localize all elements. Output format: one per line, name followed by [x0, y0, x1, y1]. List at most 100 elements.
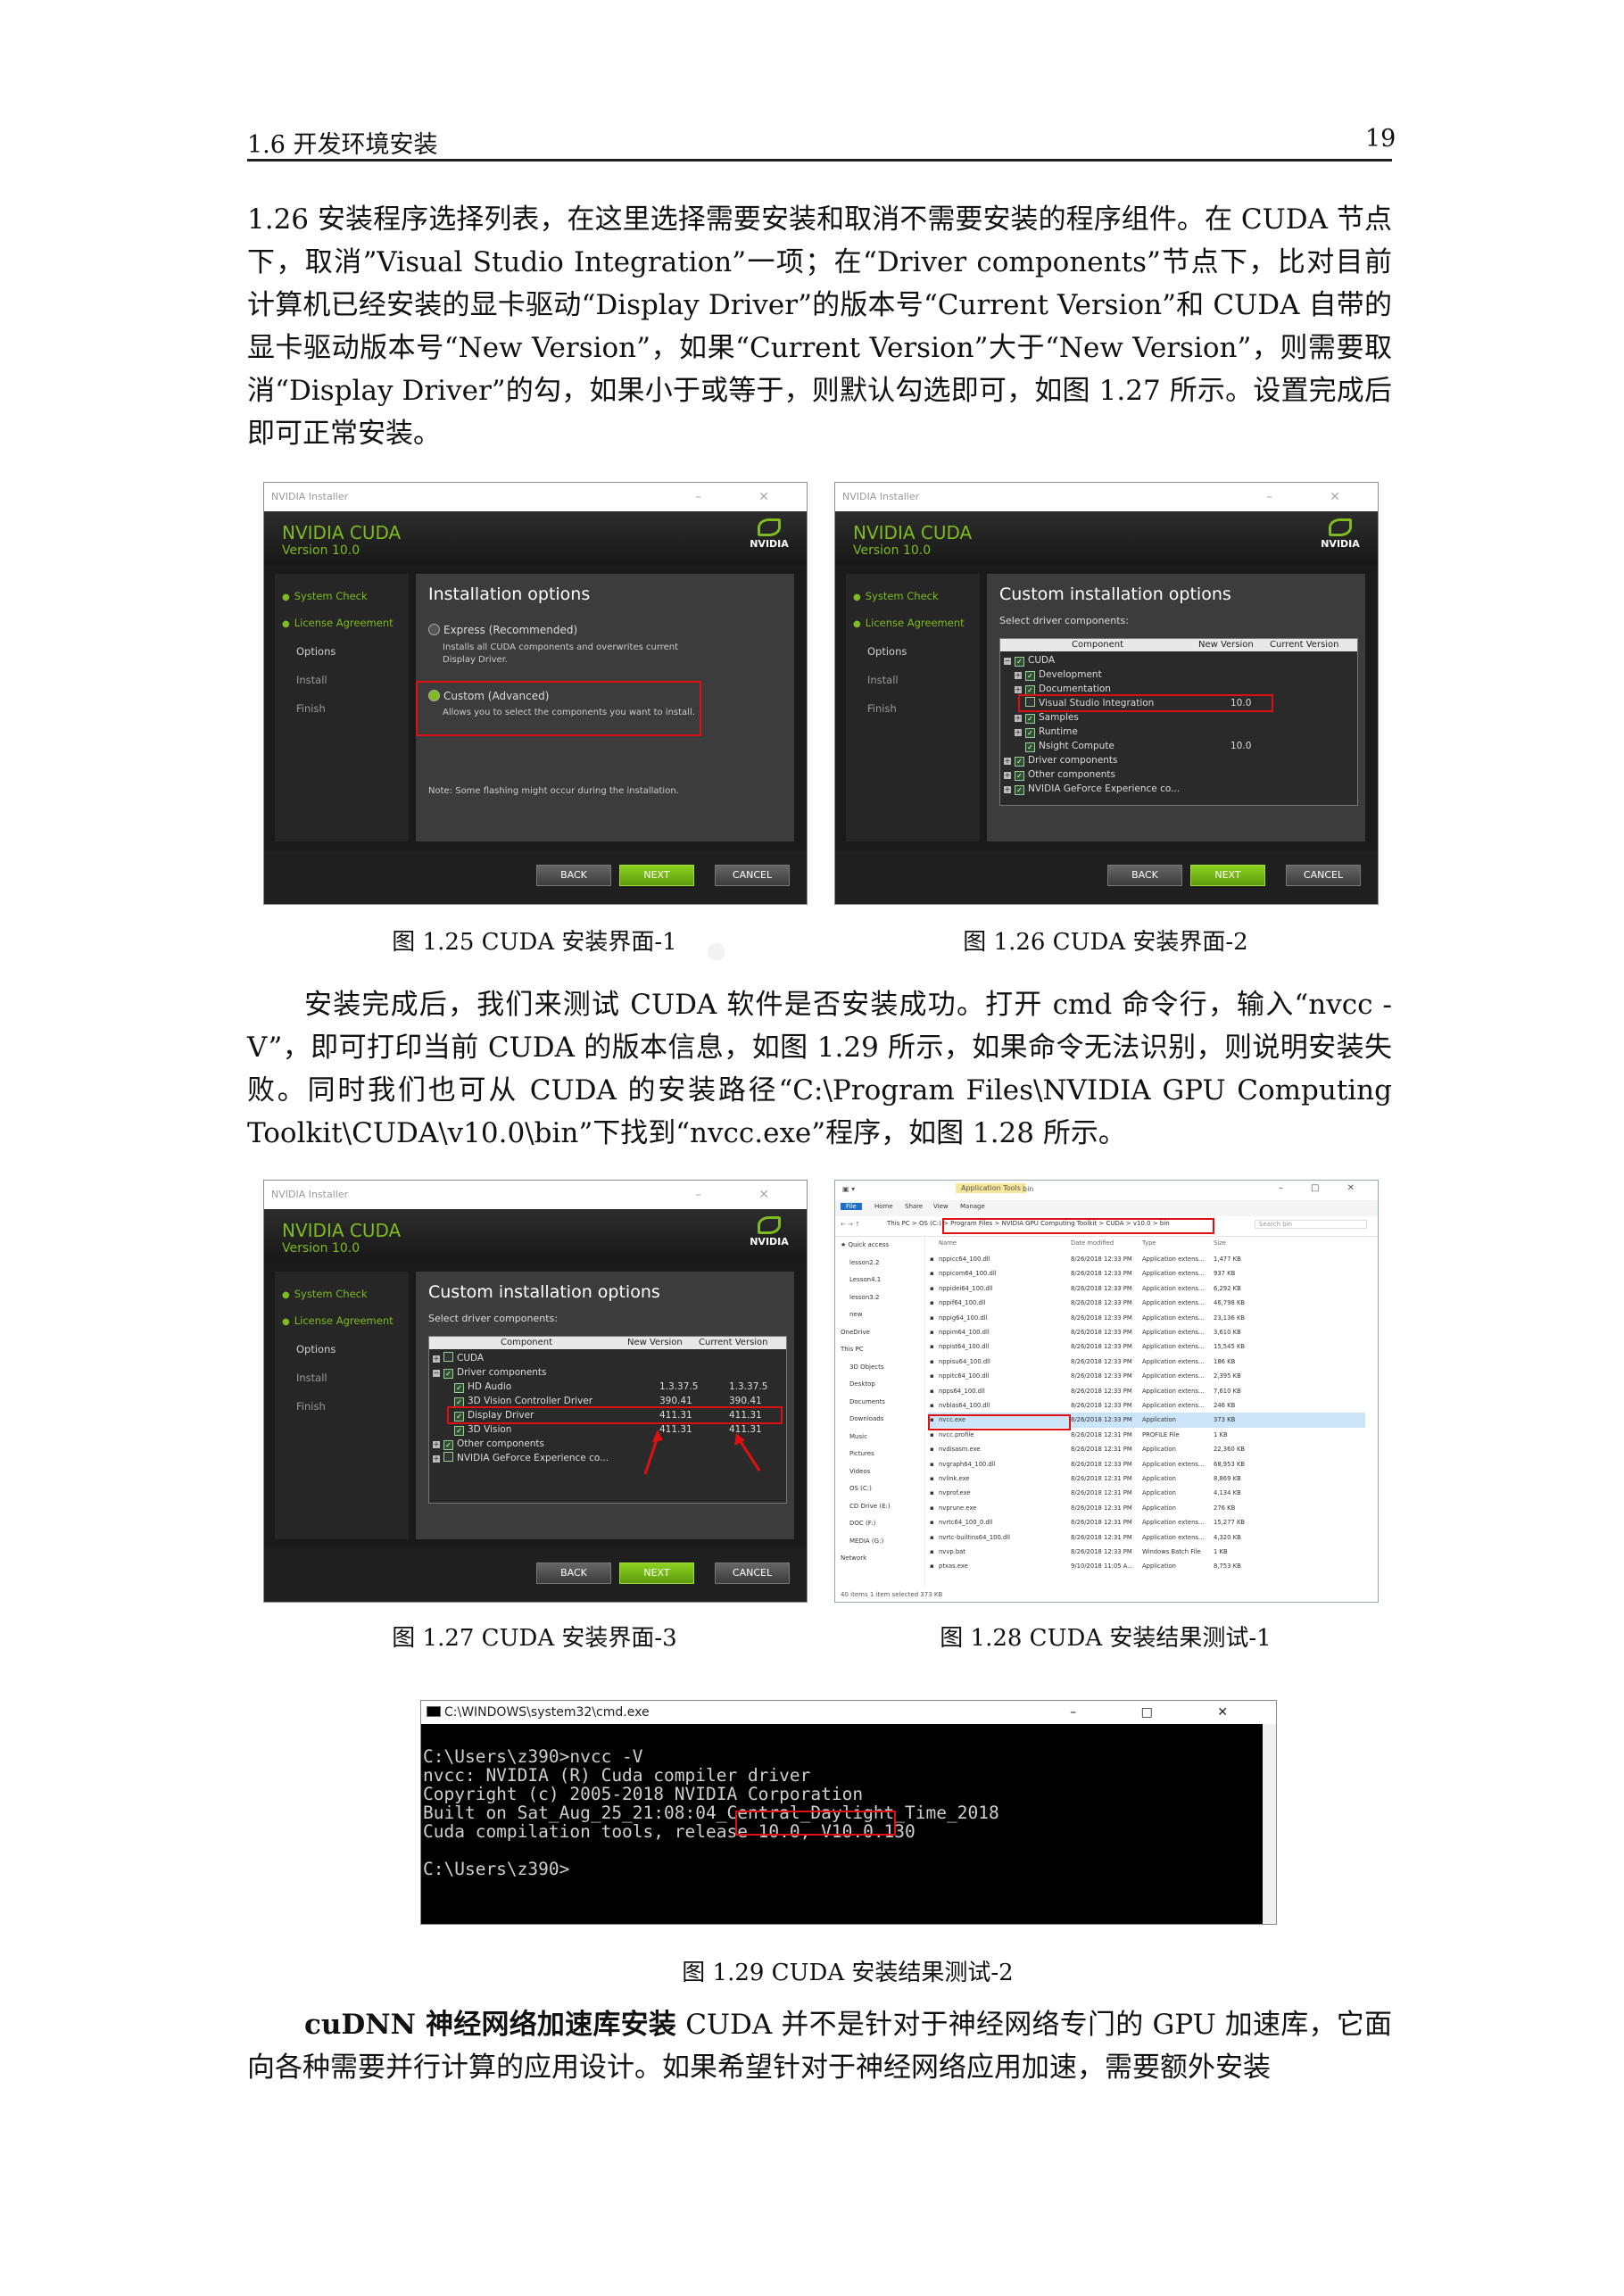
nav-item[interactable]: Videos: [849, 1468, 870, 1475]
tree-row[interactable]: + ✓ NVIDIA GeForce Experience co...: [1000, 782, 1357, 796]
next-button[interactable]: NEXT: [1190, 865, 1265, 886]
step-finish: Finish: [296, 702, 326, 715]
nav-item[interactable]: Documents: [849, 1398, 885, 1405]
tab-share[interactable]: Share: [905, 1203, 923, 1210]
application-tools-tab[interactable]: Application Tools: [956, 1183, 1026, 1193]
file-row[interactable]: nvblas64_100.dll 8/26/2018 12:33 PM Applic…: [928, 1398, 1365, 1413]
console-output[interactable]: C:\Users\z390>nvcc -V nvcc: NVIDIA (R) C…: [423, 1747, 999, 1878]
tree-row[interactable]: + CUDA: [429, 1351, 786, 1365]
window-controls[interactable]: – ✕: [695, 1181, 796, 1209]
tab-view[interactable]: View: [933, 1203, 949, 1210]
back-button[interactable]: BACK: [536, 865, 611, 886]
tree-row[interactable]: + ✓ Development: [1000, 667, 1357, 682]
nav-item[interactable]: OneDrive: [841, 1329, 870, 1336]
window-controls[interactable]: – □ ✕: [1279, 1183, 1367, 1193]
tree-row[interactable]: ✓ Nsight Compute 10.0: [1000, 739, 1357, 753]
tree-row[interactable]: + ✓ Other components: [1000, 767, 1357, 782]
file-row[interactable]: npps64_100.dll 8/26/2018 12:33 PM Applicat…: [928, 1384, 1365, 1398]
file-icon: ▪: [930, 1548, 934, 1555]
file-row[interactable]: nvdisasm.exe 8/26/2018 12:31 PM Applicatio…: [928, 1442, 1365, 1456]
window-controls[interactable]: – ✕: [695, 483, 796, 511]
back-button[interactable]: BACK: [536, 1562, 611, 1584]
file-row[interactable]: nvrtc-builtins64_100.dll 8/26/2018 12:31 …: [928, 1530, 1365, 1545]
nav-item[interactable]: Desktop: [849, 1380, 875, 1388]
nav-item[interactable]: This PC: [841, 1346, 864, 1353]
cancel-button[interactable]: CANCEL: [1286, 865, 1361, 886]
nav-item[interactable]: CD Drive (E:): [849, 1503, 891, 1510]
next-button[interactable]: NEXT: [619, 1562, 694, 1584]
nav-item[interactable]: lesson2.2: [849, 1259, 879, 1266]
flashing-note: Note: Some flashing might occur during t…: [428, 786, 679, 796]
nav-item[interactable]: 3D Objects: [849, 1364, 884, 1371]
file-icon: ▪: [930, 1519, 934, 1527]
file-row[interactable]: nvgraph64_100.dll 8/26/2018 12:33 PM Appli…: [928, 1457, 1365, 1471]
search-input[interactable]: Search bin: [1255, 1220, 1367, 1229]
highlight-nvcc-box: [928, 1414, 1071, 1430]
file-row[interactable]: nppidei64_100.dll 8/26/2018 12:33 PM Appli…: [928, 1281, 1365, 1296]
tab-file[interactable]: File: [841, 1203, 862, 1210]
nav-item[interactable]: Music: [849, 1433, 867, 1440]
file-row[interactable]: nvlink.exe 8/26/2018 12:31 PM Application 8…: [928, 1471, 1365, 1486]
file-row[interactable]: nppitc64_100.dll 8/26/2018 12:33 PM Applic…: [928, 1369, 1365, 1383]
steps-sidebar: System Check License Agreement Options I…: [846, 574, 980, 841]
step-license: License Agreement: [853, 617, 965, 629]
highlight-path-box: [942, 1218, 1214, 1234]
file-row[interactable]: ptxas.exe 9/10/2018 11:05 A... Application…: [928, 1559, 1365, 1573]
nav-item[interactable]: Lesson4.1: [849, 1276, 881, 1283]
cancel-button[interactable]: CANCEL: [715, 865, 790, 886]
back-button[interactable]: BACK: [1107, 865, 1182, 886]
file-row[interactable]: nppicc64_100.dll 8/26/2018 12:33 PM Applic…: [928, 1252, 1365, 1266]
nav-item[interactable]: ★ Quick access: [841, 1241, 889, 1248]
window-controls[interactable]: – ✕: [1266, 483, 1367, 511]
window-controls[interactable]: – □ ✕: [1070, 1701, 1258, 1724]
tree-row[interactable]: + ✓ Runtime: [1000, 725, 1357, 739]
nav-item[interactable]: MEDIA (G:): [849, 1538, 883, 1545]
file-icon: ▪: [930, 1329, 934, 1336]
nav-item[interactable]: new: [849, 1311, 862, 1318]
nav-item[interactable]: OS (C:): [849, 1485, 872, 1492]
file-row[interactable]: nvrtc64_100_0.dll 8/26/2018 12:31 PM Appli…: [928, 1515, 1365, 1529]
file-row[interactable]: nppif64_100.dll 8/26/2018 12:33 PM Applica…: [928, 1296, 1365, 1310]
file-icon: ▪: [930, 1270, 934, 1278]
file-row[interactable]: nvprof.exe 8/26/2018 12:31 PM Application 4…: [928, 1486, 1365, 1500]
product-version: Version 10.0: [282, 1241, 360, 1256]
quick-access-toolbar-icon[interactable]: ▣ ▾: [842, 1185, 855, 1193]
file-row[interactable]: nppim64_100.dll 8/26/2018 12:33 PM Applica…: [928, 1325, 1365, 1339]
tab-manage[interactable]: Manage: [960, 1203, 985, 1210]
nav-arrows-icon[interactable]: ← → ↑: [841, 1221, 860, 1228]
tree-row[interactable]: ✓ HD Audio 1.3.37.5 1.3.37.5: [429, 1380, 786, 1394]
file-row[interactable]: nppig64_100.dll 8/26/2018 12:33 PM Applica…: [928, 1311, 1365, 1325]
nav-item[interactable]: Pictures: [849, 1450, 874, 1457]
tree-row[interactable]: + ✓ Driver components: [1000, 753, 1357, 767]
nav-item[interactable]: Network: [841, 1554, 866, 1562]
custom-options-panel: Custom installation options Select drive…: [416, 1272, 794, 1539]
step-options: Options: [296, 1343, 336, 1355]
express-option[interactable]: Express (Recommended): [428, 624, 577, 636]
nav-item[interactable]: DOC (F:): [849, 1520, 875, 1527]
file-icon: ▪: [930, 1402, 934, 1409]
file-row[interactable]: nppisu64_100.dll 8/26/2018 12:33 PM Applic…: [928, 1355, 1365, 1369]
tab-home[interactable]: Home: [874, 1203, 893, 1210]
nav-item[interactable]: Downloads: [849, 1415, 883, 1422]
tree-row[interactable]: + ✓ Samples: [1000, 710, 1357, 725]
expand-icon: +: [433, 1455, 440, 1463]
next-button[interactable]: NEXT: [619, 865, 694, 886]
address-row: ← → ↑ This PC > OS (C:) > Program Files …: [835, 1216, 1378, 1237]
tree-row[interactable]: − ✓ Driver components: [429, 1365, 786, 1380]
tree-row[interactable]: − ✓ CUDA: [1000, 653, 1357, 667]
file-list-header: Name Date modified Type Size: [939, 1239, 1226, 1247]
step-install: Install: [296, 1372, 327, 1384]
scrollbar[interactable]: [1263, 1724, 1276, 1924]
file-row[interactable]: nppicom64_100.dll 8/26/2018 12:33 PM Appli…: [928, 1266, 1365, 1281]
paragraph-verify-install: 安装完成后，我们来测试 CUDA 软件是否安装成功。打开 cmd 命令行，输入“…: [247, 989, 1392, 1149]
file-icon: ▪: [930, 1489, 934, 1497]
cmd-titlebar: C:\WINDOWS\system32\cmd.exe – □ ✕: [421, 1701, 1276, 1724]
cancel-button[interactable]: CANCEL: [715, 1562, 790, 1584]
expand-icon: +: [1015, 728, 1022, 736]
file-row[interactable]: nvvp.bat 8/26/2018 12:33 PM Windows Batch …: [928, 1545, 1365, 1559]
file-row[interactable]: nppist64_100.dll 8/26/2018 12:33 PM Applic…: [928, 1339, 1365, 1354]
file-row[interactable]: nvprune.exe 8/26/2018 12:31 PM Application…: [928, 1501, 1365, 1515]
checkbox-icon: ✓: [1025, 728, 1035, 738]
nav-item[interactable]: lesson3.2: [849, 1294, 879, 1301]
panel-heading: Custom installation options: [428, 1282, 660, 1302]
